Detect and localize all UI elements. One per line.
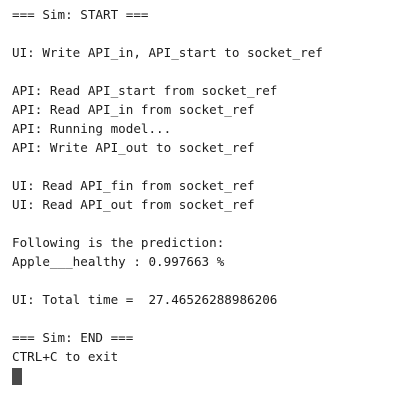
prediction-result: Apple___healthy : 0.997663 % — [12, 254, 225, 269]
prediction-heading: Following is the prediction: — [12, 235, 225, 250]
log-line-ui-write: UI: Write API_in, API_start to socket_re… — [12, 45, 323, 60]
sim-start-banner: === Sim: START === — [12, 7, 149, 22]
sim-end-banner: === Sim: END === — [12, 330, 134, 345]
log-line-ui-read-fin: UI: Read API_fin from socket_ref — [12, 178, 255, 193]
log-line-api-running: API: Running model... — [12, 121, 172, 136]
total-time-line: UI: Total time = 27.46526288986206 — [12, 292, 278, 307]
log-line-api-write-out: API: Write API_out to socket_ref — [12, 140, 255, 155]
prompt-line[interactable] — [12, 366, 405, 385]
exit-hint: CTRL+C to exit — [12, 349, 119, 364]
log-line-ui-read-out: UI: Read API_out from socket_ref — [12, 197, 255, 212]
log-line-api-read-in: API: Read API_in from socket_ref — [12, 102, 255, 117]
block-cursor — [12, 368, 22, 385]
terminal-output[interactable]: === Sim: START === UI: Write API_in, API… — [0, 0, 405, 408]
log-line-api-read-start: API: Read API_start from socket_ref — [12, 83, 278, 98]
